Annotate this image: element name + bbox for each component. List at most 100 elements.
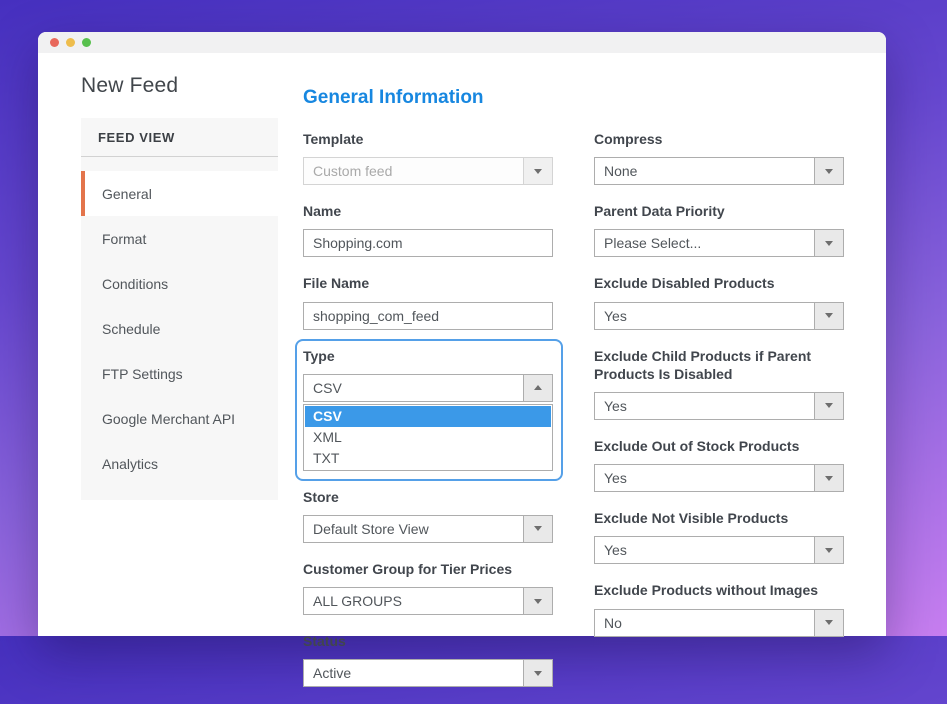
exclude-child-products-label: Exclude Child Products if Parent Product… [594, 347, 844, 383]
customer-group-select-value: ALL GROUPS [304, 588, 523, 614]
name-input[interactable] [303, 229, 553, 257]
status-select[interactable]: Active [303, 659, 553, 687]
exclude-child-products-field: Exclude Child Products if Parent Product… [594, 347, 844, 420]
template-field: Template Custom feed [303, 130, 553, 185]
parent-data-priority-select[interactable]: Please Select... [594, 229, 844, 257]
chevron-down-icon [534, 169, 542, 174]
chevron-down-icon [534, 671, 542, 676]
type-select-arrow-button[interactable] [523, 375, 552, 401]
name-field: Name [303, 202, 553, 257]
exclude-without-images-select-value: No [595, 610, 814, 636]
store-select-arrow-button[interactable] [523, 516, 552, 542]
parent-data-priority-field: Parent Data Priority Please Select... [594, 202, 844, 257]
window-titlebar [38, 32, 886, 53]
status-select-value: Active [304, 660, 523, 686]
exclude-child-products-select[interactable]: Yes [594, 392, 844, 420]
type-select-value: CSV [304, 375, 523, 401]
zoom-window-icon[interactable] [82, 38, 91, 47]
exclude-without-images-select-arrow-button[interactable] [814, 610, 843, 636]
chevron-down-icon [825, 169, 833, 174]
chevron-up-icon [534, 385, 542, 390]
template-select-value: Custom feed [304, 158, 523, 184]
chevron-down-icon [825, 241, 833, 246]
close-window-icon[interactable] [50, 38, 59, 47]
exclude-not-visible-select-arrow-button[interactable] [814, 537, 843, 563]
compress-select-arrow-button[interactable] [814, 158, 843, 184]
type-option-txt[interactable]: TXT [305, 448, 551, 469]
exclude-disabled-products-select-value: Yes [595, 303, 814, 329]
file-name-label: File Name [303, 274, 553, 292]
sidebar-item-schedule[interactable]: Schedule [81, 306, 278, 351]
sidebar-nav: General Format Conditions Schedule FTP Setti… [81, 157, 278, 486]
status-label: Status [303, 632, 553, 650]
type-field: TypeCSVCSVXMLTXT [303, 347, 553, 471]
form-left-column: TemplateCustom feedNameFile NameTypeCSVC… [303, 130, 553, 704]
sidebar-item-label: Google Merchant API [102, 411, 235, 427]
exclude-out-of-stock-select[interactable]: Yes [594, 464, 844, 492]
template-label: Template [303, 130, 553, 148]
exclude-disabled-products-select-arrow-button[interactable] [814, 303, 843, 329]
chevron-down-icon [825, 403, 833, 408]
parent-data-priority-label: Parent Data Priority [594, 202, 844, 220]
exclude-out-of-stock-field: Exclude Out of Stock Products Yes [594, 437, 844, 492]
exclude-not-visible-select[interactable]: Yes [594, 536, 844, 564]
exclude-without-images-field: Exclude Products without Images No [594, 581, 844, 636]
page-title: New Feed [81, 74, 178, 98]
sidebar-item-label: FTP Settings [102, 366, 183, 382]
parent-data-priority-select-arrow-button[interactable] [814, 230, 843, 256]
exclude-child-products-select-value: Yes [595, 393, 814, 419]
exclude-out-of-stock-label: Exclude Out of Stock Products [594, 437, 844, 455]
type-select[interactable]: CSV [303, 374, 553, 402]
sidebar-item-ftp-settings[interactable]: FTP Settings [81, 351, 278, 396]
sidebar-item-conditions[interactable]: Conditions [81, 261, 278, 306]
type-options-list: CSVXMLTXT [303, 404, 553, 471]
sidebar-item-label: Format [102, 231, 146, 247]
compress-select[interactable]: None [594, 157, 844, 185]
exclude-disabled-products-label: Exclude Disabled Products [594, 274, 844, 292]
exclude-out-of-stock-select-value: Yes [595, 465, 814, 491]
type-option-csv[interactable]: CSV [305, 406, 551, 427]
sidebar-item-google-merchant-api[interactable]: Google Merchant API [81, 396, 278, 441]
type-option-xml[interactable]: XML [305, 427, 551, 448]
form-right-column: Compress None Parent Data Priority Please S… [594, 130, 844, 704]
exclude-disabled-products-field: Exclude Disabled Products Yes [594, 274, 844, 329]
sidebar-item-general[interactable]: General [81, 171, 278, 216]
exclude-disabled-products-select[interactable]: Yes [594, 302, 844, 330]
chevron-down-icon [825, 476, 833, 481]
exclude-without-images-select[interactable]: No [594, 609, 844, 637]
exclude-child-products-select-arrow-button[interactable] [814, 393, 843, 419]
compress-field: Compress None [594, 130, 844, 185]
compress-label: Compress [594, 130, 844, 148]
exclude-out-of-stock-select-arrow-button[interactable] [814, 465, 843, 491]
type-label: Type [303, 347, 553, 365]
sidebar: FEED VIEW General Format Conditions Schedul… [81, 118, 278, 500]
customer-group-select[interactable]: ALL GROUPS [303, 587, 553, 615]
store-field: Store Default Store View [303, 488, 553, 543]
sidebar-item-label: Schedule [102, 321, 160, 337]
sidebar-item-label: Conditions [102, 276, 168, 292]
app-window: New Feed FEED VIEW General Format Conditio… [38, 32, 886, 636]
status-select-arrow-button[interactable] [523, 660, 552, 686]
sidebar-item-analytics[interactable]: Analytics [81, 441, 278, 486]
minimize-window-icon[interactable] [66, 38, 75, 47]
sidebar-item-format[interactable]: Format [81, 216, 278, 261]
name-label: Name [303, 202, 553, 220]
exclude-without-images-label: Exclude Products without Images [594, 581, 844, 599]
exclude-not-visible-label: Exclude Not Visible Products [594, 509, 844, 527]
section-heading: General Information [303, 87, 848, 109]
store-select[interactable]: Default Store View [303, 515, 553, 543]
chevron-down-icon [825, 548, 833, 553]
sidebar-section-header: FEED VIEW [81, 118, 278, 157]
template-select-arrow-button [523, 158, 552, 184]
file-name-input[interactable] [303, 302, 553, 330]
status-field: Status Active [303, 632, 553, 687]
chevron-down-icon [534, 526, 542, 531]
template-select: Custom feed [303, 157, 553, 185]
customer-group-field: Customer Group for Tier PricesALL GROUPS [303, 560, 553, 615]
store-label: Store [303, 488, 553, 506]
store-select-value: Default Store View [304, 516, 523, 542]
exclude-not-visible-select-value: Yes [595, 537, 814, 563]
sidebar-item-label: Analytics [102, 456, 158, 472]
customer-group-select-arrow-button[interactable] [523, 588, 552, 614]
chevron-down-icon [534, 599, 542, 604]
